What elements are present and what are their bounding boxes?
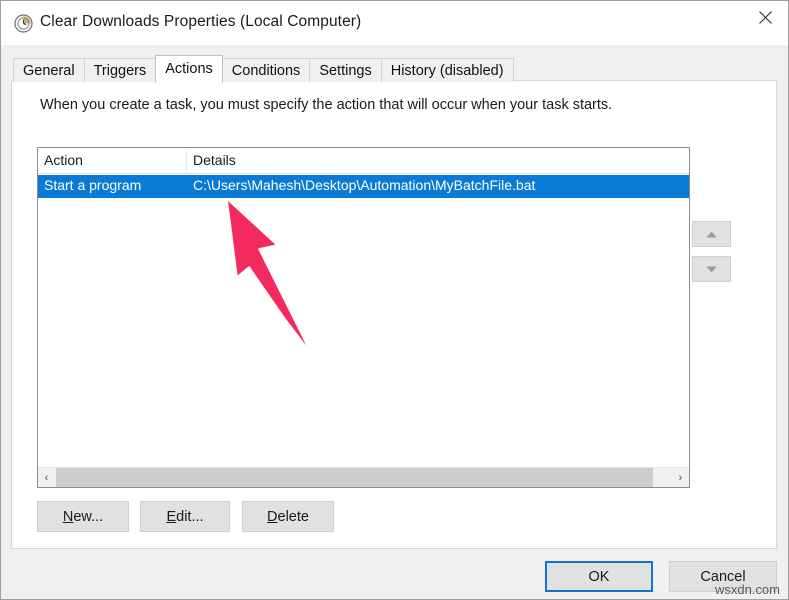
actions-list[interactable]: Action Details Start a program C:\Users\…	[37, 147, 690, 488]
close-icon[interactable]	[742, 1, 788, 34]
move-up-button[interactable]	[692, 221, 731, 247]
scroll-left-icon[interactable]: ‹	[38, 468, 55, 487]
scroll-right-icon[interactable]: ›	[672, 468, 689, 487]
delete-button[interactable]: Delete	[242, 501, 334, 532]
column-header-action[interactable]: Action	[44, 152, 83, 168]
tab-triggers[interactable]: Triggers	[83, 58, 157, 82]
list-header-row: Action Details	[38, 148, 689, 174]
cell-details: C:\Users\Mahesh\Desktop\Automation\MyBat…	[193, 177, 536, 193]
cell-action: Start a program	[44, 177, 142, 193]
delete-button-label: Delete	[267, 508, 309, 525]
column-divider[interactable]	[186, 151, 187, 171]
tab-settings[interactable]: Settings	[309, 58, 382, 82]
watermark-text: wsxdn.com	[714, 582, 780, 597]
new-button[interactable]: New...	[37, 501, 129, 532]
tab-conditions[interactable]: Conditions	[221, 58, 311, 82]
tab-history[interactable]: History (disabled)	[380, 58, 514, 82]
edit-button[interactable]: Edit...	[140, 501, 230, 532]
triangle-up-icon	[706, 225, 717, 243]
instruction-text: When you create a task, you must specify…	[40, 97, 613, 113]
tab-general[interactable]: General	[13, 58, 85, 82]
new-button-label: New...	[62, 508, 104, 525]
edit-button-label: Edit...	[166, 508, 204, 525]
table-row[interactable]: Start a program C:\Users\Mahesh\Desktop\…	[38, 175, 689, 198]
ok-button[interactable]: OK	[545, 561, 653, 592]
clock-icon	[14, 14, 33, 33]
move-down-button[interactable]	[692, 256, 731, 282]
tab-actions[interactable]: Actions	[155, 55, 223, 83]
window-title: Clear Downloads Properties (Local Comput…	[40, 13, 362, 30]
horizontal-scrollbar[interactable]: ‹ ›	[38, 467, 689, 487]
scrollbar-thumb[interactable]	[56, 468, 653, 487]
triangle-down-icon	[706, 260, 717, 278]
tab-strip: General Triggers Actions Conditions Sett…	[13, 54, 514, 83]
title-bar: Clear Downloads Properties (Local Comput…	[1, 1, 788, 45]
properties-dialog-window: Clear Downloads Properties (Local Comput…	[0, 0, 789, 600]
column-header-details[interactable]: Details	[193, 152, 236, 168]
